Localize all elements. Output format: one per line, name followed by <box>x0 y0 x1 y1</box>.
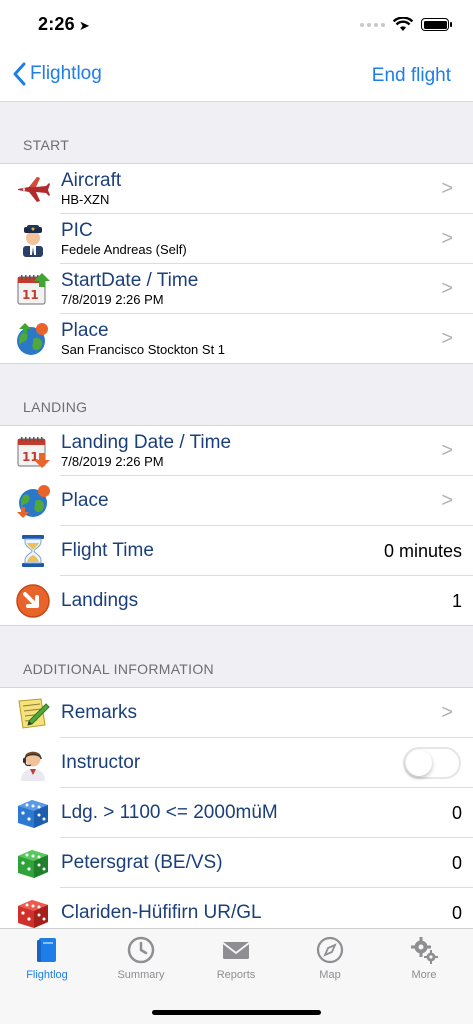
aircraft-value: HB-XZN <box>61 192 110 207</box>
chevron-right-icon: > <box>441 327 453 350</box>
back-button[interactable]: Flightlog <box>12 62 102 86</box>
flight-time-row[interactable]: Flight Time 0 minutes <box>0 526 473 576</box>
aircraft-title: Aircraft <box>61 170 122 191</box>
ldg-altitude-title: Ldg. > 1100 <= 2000müM <box>61 802 278 823</box>
end-flight-button[interactable]: End flight <box>372 65 451 87</box>
ldg-altitude-row[interactable]: Ldg. > 1100 <= 2000müM 0 <box>0 788 473 838</box>
section-header-additional: ADDITIONAL INFORMATION <box>0 626 473 688</box>
landing-date-row[interactable]: 11 Landing Date / Time 7/8/2019 2:26 PM … <box>0 426 473 476</box>
tab-map[interactable]: Map <box>285 935 375 981</box>
hourglass-icon <box>22 535 44 567</box>
petersgrat-value: 0 <box>451 852 462 873</box>
globe-down-icon <box>17 485 50 518</box>
chevron-right-icon: > <box>441 489 453 512</box>
remarks-row[interactable]: Remarks > <box>0 688 473 738</box>
petersgrat-row[interactable]: Petersgrat (BE/VS) 0 <box>0 838 473 888</box>
start-place-value: San Francisco Stockton St 1 <box>61 342 226 357</box>
back-button-label: Flightlog <box>30 63 102 84</box>
start-place-title: Place <box>61 320 109 341</box>
ldg-altitude-value: 0 <box>451 802 462 823</box>
blue-dice-icon <box>18 800 48 828</box>
section-header-landing: LANDING <box>0 364 473 426</box>
remarks-title: Remarks <box>61 702 138 723</box>
landings-title: Landings <box>61 590 139 611</box>
start-group: Aircraft HB-XZN > PIC Fedele Andreas (Se… <box>0 164 473 364</box>
start-date-value: 7/8/2019 2:26 PM <box>61 292 164 307</box>
aircraft-row[interactable]: Aircraft HB-XZN > <box>0 164 473 214</box>
clock-icon <box>127 936 155 964</box>
chevron-right-icon: > <box>441 701 453 724</box>
clariden-title: Clariden-Hüfifirn UR/GL <box>61 902 262 923</box>
landing-date-value: 7/8/2019 2:26 PM <box>61 454 164 469</box>
globe-up-icon <box>17 323 48 355</box>
tab-summary[interactable]: Summary <box>96 935 186 981</box>
status-bar: 2:26 ➤ <box>0 0 473 50</box>
status-indicators <box>360 17 452 32</box>
battery-icon <box>421 18 452 31</box>
status-time-text: 2:26 <box>38 14 75 34</box>
chevron-left-icon <box>13 62 26 86</box>
chevron-right-icon: > <box>441 227 453 250</box>
location-arrow-icon: ➤ <box>78 18 90 33</box>
clariden-row[interactable]: Clariden-Hüfifirn UR/GL 0 <box>0 888 473 928</box>
compass-icon <box>316 936 344 964</box>
pic-row[interactable]: PIC Fedele Andreas (Self) > <box>0 214 473 264</box>
instructor-icon <box>21 751 45 781</box>
landing-group: 11 Landing Date / Time 7/8/2019 2:26 PM … <box>0 426 473 626</box>
red-dice-icon <box>18 900 48 928</box>
svg-text:11: 11 <box>22 288 39 302</box>
flight-form[interactable]: START Aircraft HB-XZN > PIC Fedele Andre… <box>0 102 473 928</box>
landing-place-title: Place <box>61 490 109 511</box>
chevron-right-icon: > <box>441 439 453 462</box>
start-date-row[interactable]: 11 StartDate / Time 7/8/2019 2:26 PM > <box>0 264 473 314</box>
pilot-icon <box>23 225 43 257</box>
pic-value: Fedele Andreas (Self) <box>61 242 187 257</box>
section-header-start: START <box>0 102 473 164</box>
gears-icon <box>411 937 438 964</box>
landings-value: 1 <box>451 590 462 611</box>
chevron-right-icon: > <box>441 177 453 200</box>
tab-reports[interactable]: Reports <box>191 935 281 981</box>
notepad-pencil-icon <box>18 698 50 729</box>
start-date-title: StartDate / Time <box>61 270 199 291</box>
petersgrat-title: Petersgrat (BE/VS) <box>61 852 223 873</box>
landing-date-title: Landing Date / Time <box>61 432 232 453</box>
signal-icon <box>360 22 385 27</box>
landings-row[interactable]: Landings 1 <box>0 576 473 626</box>
toggle-knob <box>406 750 432 776</box>
calendar-down-icon: 11 <box>17 437 50 468</box>
chevron-right-icon: > <box>441 277 453 300</box>
envelope-icon <box>222 942 250 959</box>
navigation-bar: Flightlog End flight <box>0 50 473 102</box>
landing-place-row[interactable]: Place > <box>0 476 473 526</box>
wifi-icon <box>393 17 413 31</box>
instructor-row[interactable]: Instructor <box>0 738 473 788</box>
pic-title: PIC <box>61 220 93 241</box>
landing-arrow-icon <box>16 584 50 618</box>
green-dice-icon <box>18 850 48 878</box>
home-indicator[interactable] <box>152 1010 321 1015</box>
start-place-row[interactable]: Place San Francisco Stockton St 1 > <box>0 314 473 364</box>
additional-group: Remarks > Instructor Ldg. > 1100 <= 2000… <box>0 688 473 928</box>
instructor-toggle[interactable] <box>403 747 461 779</box>
calendar-up-icon: 11 <box>17 273 50 305</box>
tab-flightlog[interactable]: Flightlog <box>2 935 92 981</box>
tab-bar: Flightlog Summary Reports Map More <box>0 928 473 1024</box>
flight-time-value: 0 minutes <box>383 540 462 561</box>
clariden-value: 0 <box>451 902 462 923</box>
airplane-icon <box>18 177 50 202</box>
book-icon <box>37 938 56 962</box>
status-time: 2:26 ➤ <box>38 14 90 35</box>
tab-more[interactable]: More <box>379 935 469 981</box>
